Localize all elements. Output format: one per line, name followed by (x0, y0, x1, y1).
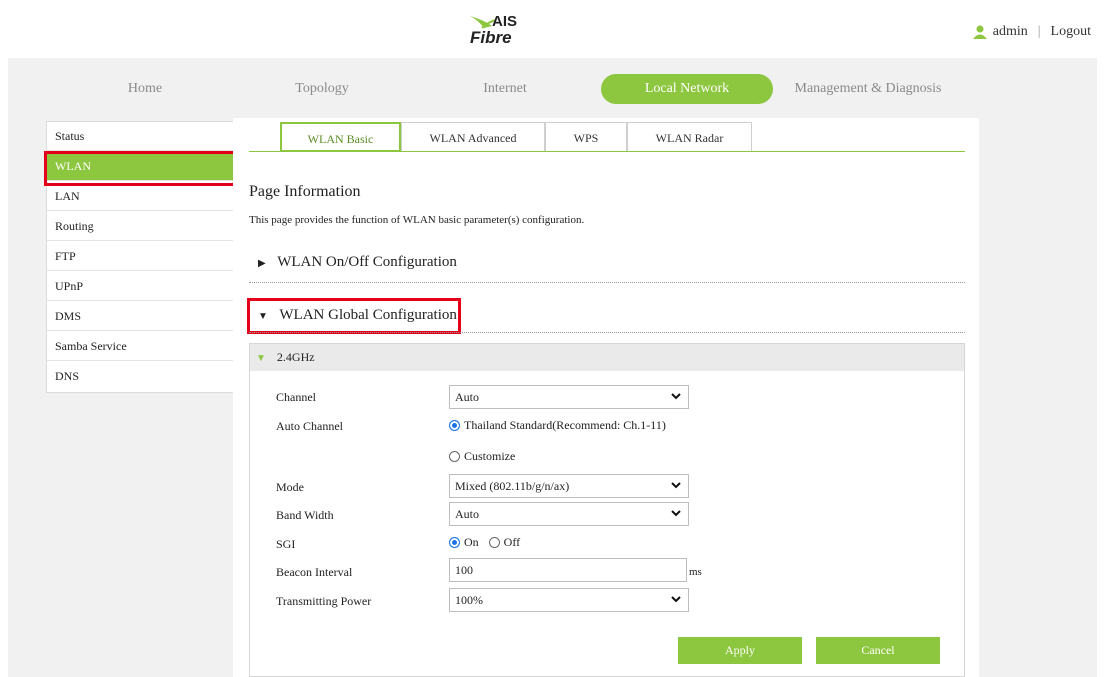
nav-management-diagnosis[interactable]: Management & Diagnosis (778, 74, 958, 104)
bandwidth-select[interactable]: Auto (449, 502, 689, 526)
ais-fibre-logo: AIS Fibre (462, 10, 542, 50)
page-title: Page Information (249, 183, 361, 200)
beacon-interval-label: Beacon Interval (276, 565, 353, 579)
auto-channel-customize-label: Customize (464, 449, 516, 463)
section-onoff-label: WLAN On/Off Configuration (277, 254, 457, 270)
auto-channel-thailand-option[interactable]: Thailand Standard(Recommend: Ch.1-11) (449, 418, 666, 433)
sidebar-item-upnp[interactable]: UPnP (47, 272, 234, 301)
tab-wlan-basic[interactable]: WLAN Basic (280, 122, 401, 152)
sidebar-item-routing[interactable]: Routing (47, 212, 234, 241)
sgi-off-radio[interactable] (488, 537, 500, 548)
global-config-highlight-box (247, 298, 461, 334)
bandwidth-label: Band Width (276, 508, 334, 522)
nav-home[interactable]: Home (60, 74, 230, 104)
mode-label: Mode (276, 480, 304, 494)
channel-select[interactable]: Auto (449, 385, 689, 409)
sidebar-item-samba-service[interactable]: Samba Service (47, 332, 234, 361)
transmitting-power-value: 100% (455, 593, 483, 607)
page-description: This page provides the function of WLAN … (249, 214, 585, 226)
sgi-on-radio[interactable] (449, 537, 460, 548)
nav-internet[interactable]: Internet (420, 74, 590, 104)
tab-wlan-advanced[interactable]: WLAN Advanced (401, 122, 545, 152)
logout-link[interactable]: Logout (1051, 24, 1091, 40)
divider (249, 282, 965, 283)
tab-wps[interactable]: WPS (545, 122, 627, 152)
triangle-down-icon: ▼ (256, 353, 266, 364)
user-separator: | (1037, 24, 1041, 39)
radio-unselected[interactable] (449, 451, 460, 462)
nav-topology[interactable]: Topology (237, 74, 407, 104)
channel-label: Channel (276, 390, 316, 404)
band-header[interactable]: ▼ 2.4GHz (250, 344, 964, 371)
sgi-options: On Off (449, 535, 520, 550)
mode-value: Mixed (802.11b/g/n/ax) (455, 479, 570, 493)
auto-channel-label: Auto Channel (276, 419, 343, 433)
channel-value: Auto (455, 390, 479, 404)
logo-text-bottom: Fibre (470, 28, 512, 47)
sgi-on-label: On (464, 535, 479, 549)
transmitting-power-select[interactable]: 100% (449, 588, 689, 612)
divider (249, 332, 965, 333)
chevron-down-icon (671, 510, 681, 517)
auto-channel-customize-option[interactable]: Customize (449, 449, 515, 464)
sgi-off-label: Off (503, 535, 521, 549)
chevron-down-icon (671, 393, 681, 400)
mode-select[interactable]: Mixed (802.11b/g/n/ax) (449, 474, 689, 498)
chevron-down-icon (671, 482, 681, 489)
triangle-right-icon: ▶ (258, 258, 266, 269)
apply-button[interactable]: Apply (678, 637, 802, 664)
cancel-button[interactable]: Cancel (816, 637, 940, 664)
section-wlan-onoff[interactable]: ▶ WLAN On/Off Configuration (258, 254, 457, 271)
user-icon (972, 25, 987, 39)
sidebar-item-status[interactable]: Status (47, 122, 234, 151)
sidebar-item-dns[interactable]: DNS (47, 362, 234, 391)
band-label: 2.4GHz (276, 350, 315, 364)
sidebar-item-dms[interactable]: DMS (47, 302, 234, 331)
transmitting-power-label: Transmitting Power (276, 594, 372, 608)
beacon-unit: ms (689, 566, 702, 578)
tab-wlan-radar[interactable]: WLAN Radar (627, 122, 752, 152)
bandwidth-value: Auto (455, 507, 479, 521)
username: admin (992, 24, 1028, 39)
sgi-label: SGI (276, 537, 296, 551)
tab-underline (249, 151, 965, 152)
wlan-highlight-box (44, 151, 237, 186)
sidebar-item-lan[interactable]: LAN (47, 182, 234, 211)
chevron-down-icon (671, 596, 681, 603)
nav-local-network[interactable]: Local Network (601, 74, 773, 104)
sidebar-item-ftp[interactable]: FTP (47, 242, 234, 271)
beacon-interval-input[interactable]: 100 (449, 558, 687, 582)
auto-channel-thailand-label: Thailand Standard(Recommend: Ch.1-11) (464, 418, 666, 432)
user-area: admin | Logout (972, 24, 1091, 40)
radio-selected[interactable] (449, 420, 460, 431)
